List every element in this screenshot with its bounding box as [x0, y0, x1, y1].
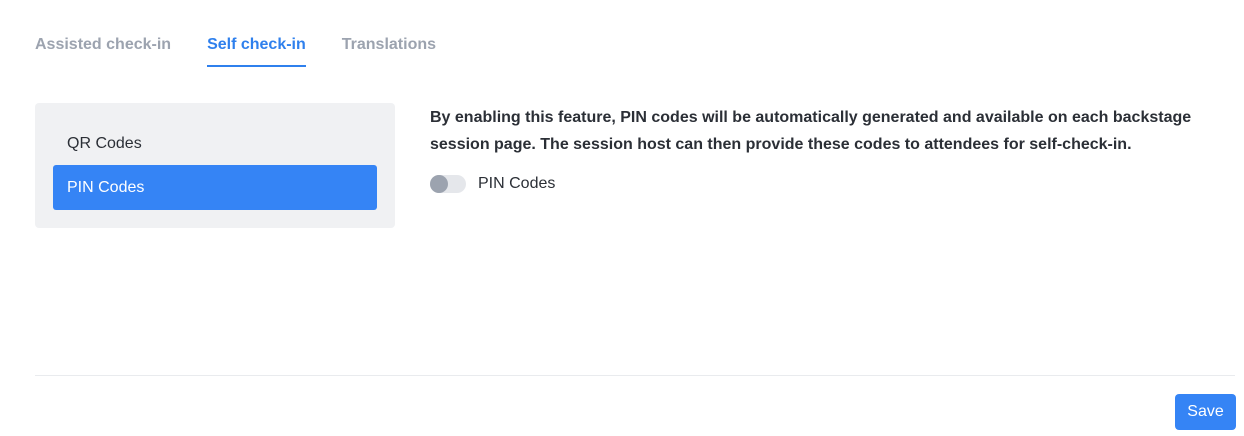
menu-item-qr-codes[interactable]: QR Codes: [53, 123, 377, 165]
footer-divider: [35, 375, 1235, 376]
menu-item-pin-codes[interactable]: PIN Codes: [53, 165, 377, 210]
tab-assisted-check-in[interactable]: Assisted check-in: [35, 0, 171, 67]
content-panel: By enabling this feature, PIN codes will…: [430, 104, 1210, 193]
pin-codes-toggle-row: PIN Codes: [430, 175, 1210, 193]
tab-bar: Assisted check-in Self check-in Translat…: [35, 0, 436, 67]
feature-description: By enabling this feature, PIN codes will…: [430, 109, 1192, 153]
page: Assisted check-in Self check-in Translat…: [0, 0, 1244, 436]
tab-translations[interactable]: Translations: [342, 0, 436, 67]
save-button[interactable]: Save: [1175, 394, 1236, 430]
side-menu: QR Codes PIN Codes: [35, 103, 395, 228]
tab-self-check-in[interactable]: Self check-in: [207, 0, 306, 67]
pin-codes-toggle[interactable]: [430, 175, 466, 193]
toggle-knob: [430, 175, 448, 193]
pin-codes-toggle-label: PIN Codes: [478, 175, 556, 192]
